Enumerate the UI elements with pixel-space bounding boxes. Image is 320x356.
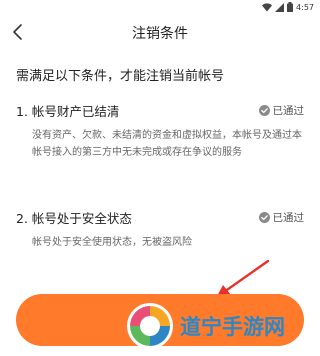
watermark-text: 道宁手游网 [180,315,285,339]
status-text: 已通过 [272,105,305,117]
watermark-logo-icon [127,303,173,349]
status-icons: 4:57 [262,1,314,13]
wifi-icon [262,2,273,11]
check-circle-icon [258,105,270,116]
condition-description: 帐号处于安全使用状态，无被盗风险 [32,237,192,248]
status-text: 已通过 [272,212,305,224]
condition-title: 1. 帐号财产已结清 [16,104,120,119]
check-circle-icon [258,212,270,223]
signal-icon [275,2,285,12]
page-title: 注销条件 [132,26,188,42]
battery-icon [287,2,294,12]
condition-title: 2. 帐号处于安全状态 [16,211,132,226]
status-badge: 已通过 [258,103,305,118]
nav-bar: 注销条件 [0,14,320,50]
status-badge: 已通过 [258,210,305,225]
status-time: 4:57 [296,2,314,12]
status-bar: 4:57 [0,0,320,14]
requirement-text: 需满足以下条件，才能注销当前帐号 [16,69,225,84]
condition-description: 没有资产、欠款、未结清的资金和虚拟权益，本帐号及通过本帐号接入的第三方中无未完成… [32,130,302,158]
